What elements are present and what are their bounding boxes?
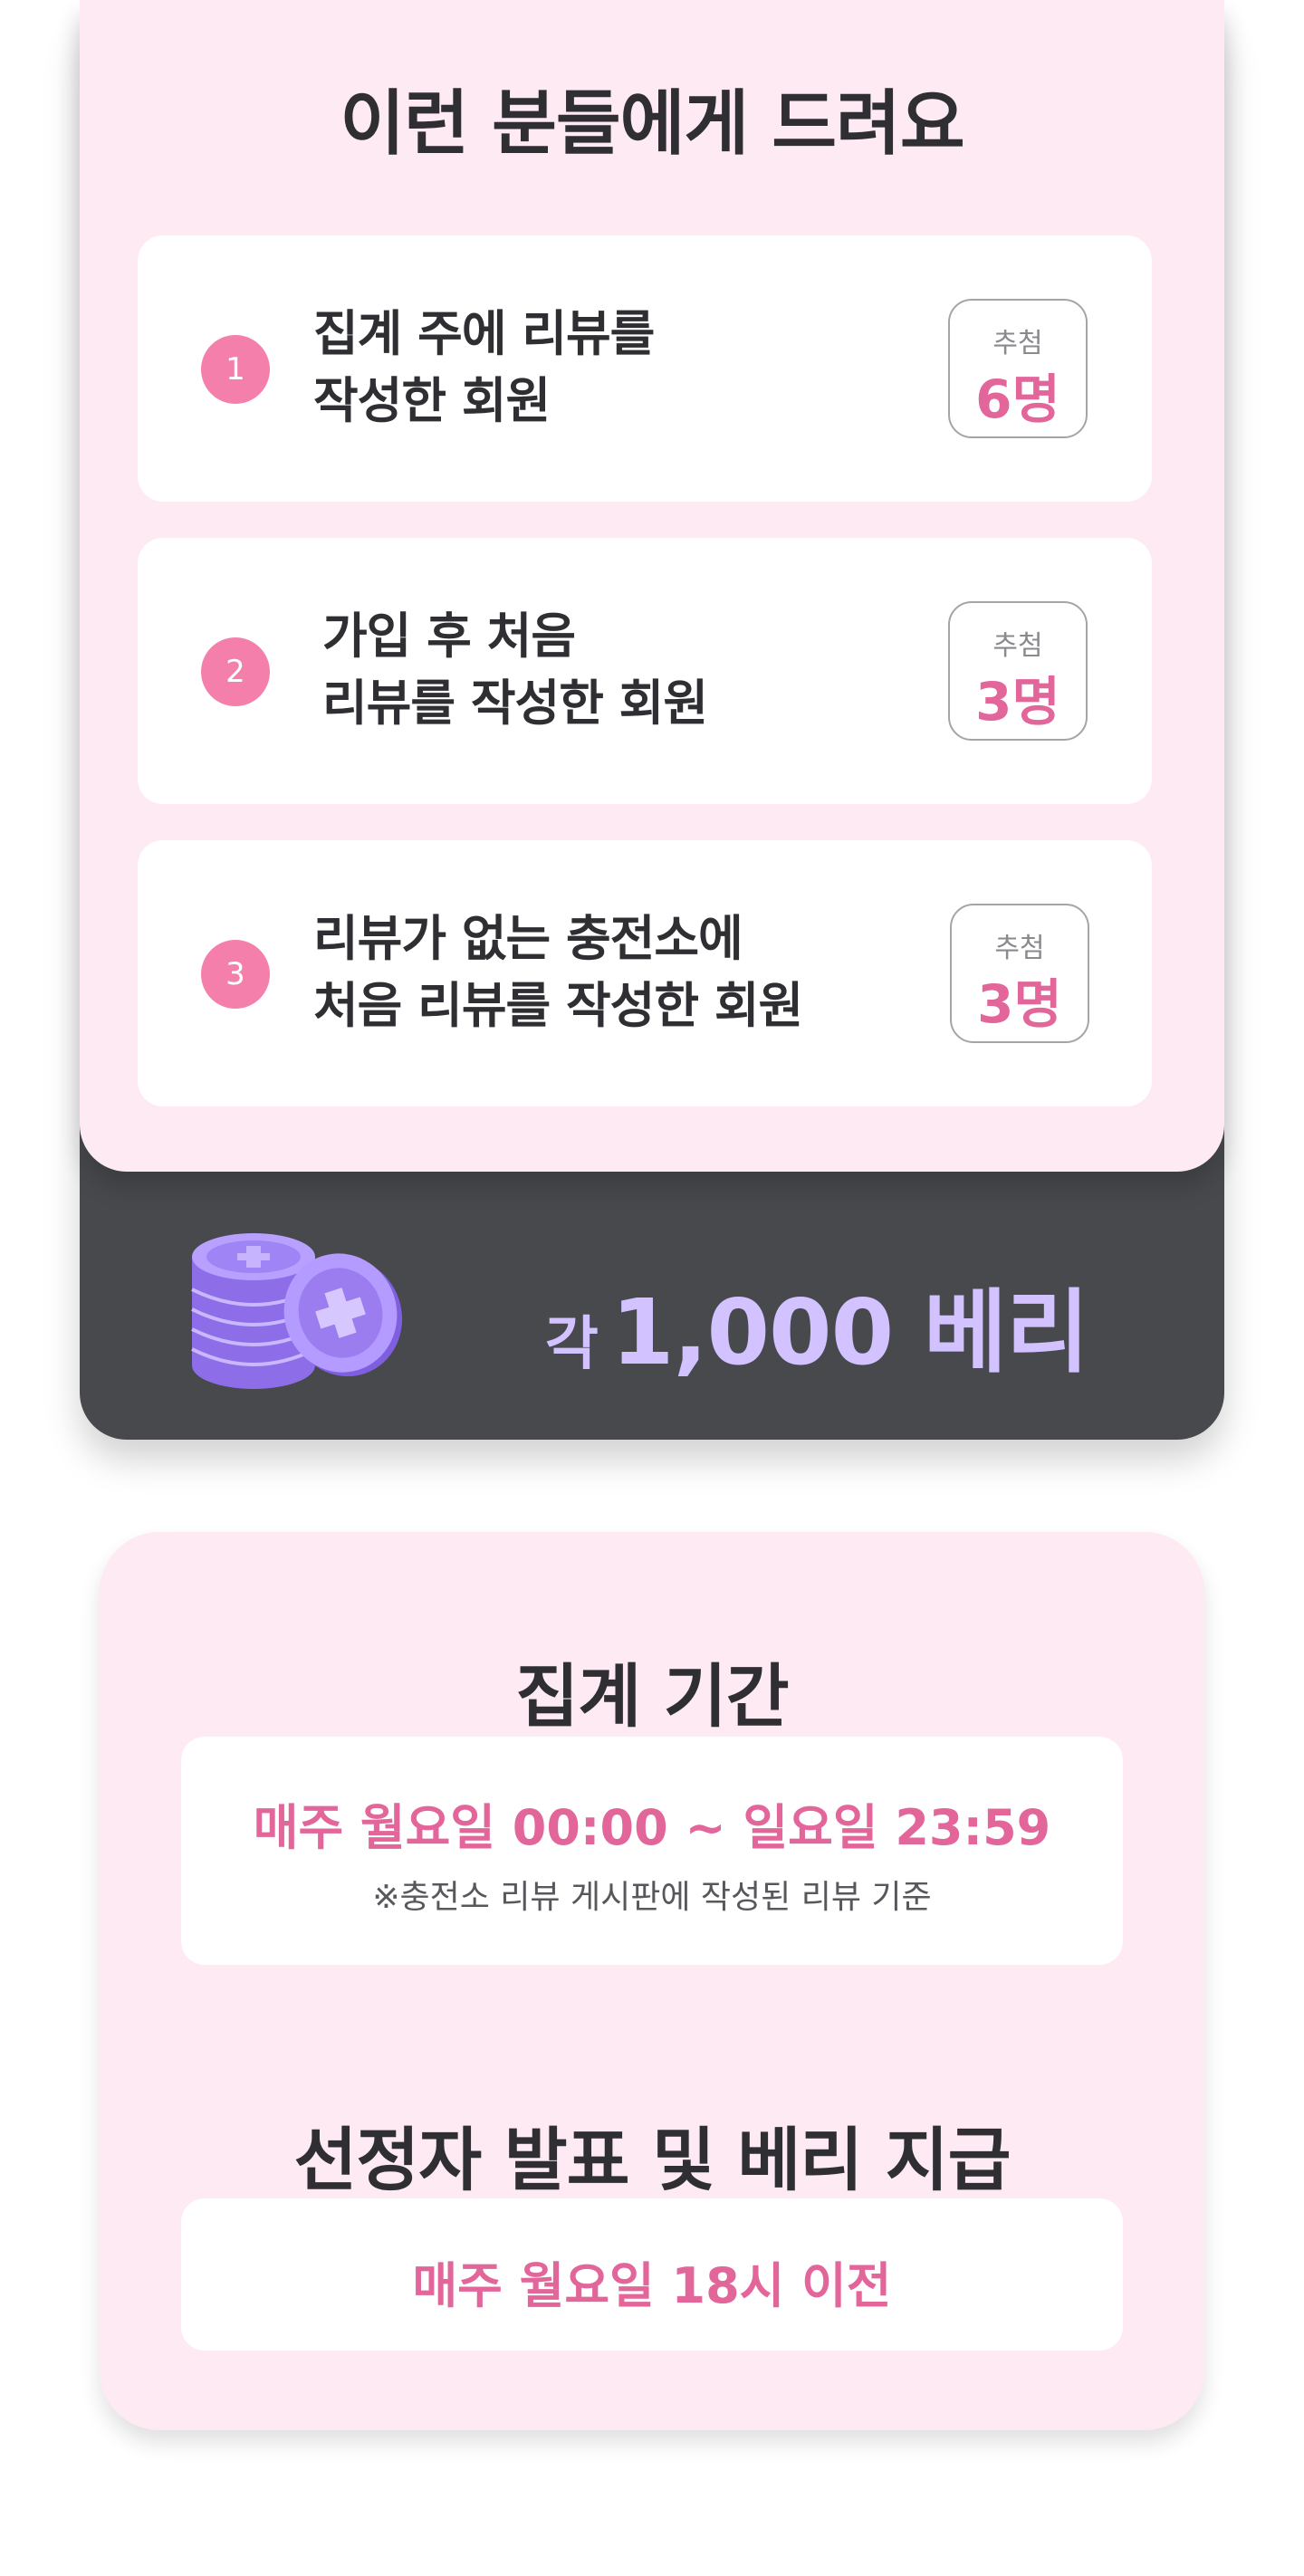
draw-count: 3명 [977, 973, 1062, 1035]
criteria-line-1: 가입 후 처음 [322, 608, 576, 665]
criteria-line-1: 리뷰가 없는 충전소에 [313, 910, 743, 967]
reward-amount: 1,000 베리 [610, 1279, 1089, 1385]
criteria-line-2: 처음 리뷰를 작성한 회원 [313, 977, 803, 1034]
draw-count-box: 추첨 3명 [950, 904, 1089, 1043]
target-audience-card: 이런 분들에게 드려요 1 집계 주에 리뷰를 작성한 회원 추첨 6명 2 가… [80, 0, 1224, 1440]
criteria-row-2: 2 가입 후 처음 리뷰를 작성한 회원 추첨 3명 [138, 538, 1152, 804]
reward-amount-text: 각 1,000 베리 [544, 1259, 1089, 1390]
draw-count-box: 추첨 6명 [948, 299, 1088, 438]
period-info-box: 매주 월요일 00:00 ~ 일요일 23:59 ※충전소 리뷰 게시판에 작성… [181, 1737, 1123, 1965]
draw-label: 추첨 [994, 933, 1045, 964]
reward-prefix: 각 [544, 1311, 599, 1378]
criteria-description: 리뷰가 없는 충전소에 처음 리뷰를 작성한 회원 [313, 905, 947, 1039]
coin-stack-icon [191, 1233, 403, 1389]
period-title: 집계 기간 [515, 1656, 789, 1737]
audience-title: 이런 분들에게 드려요 [340, 83, 964, 165]
draw-count: 6명 [975, 369, 1060, 430]
criteria-line-2: 리뷰를 작성한 회원 [322, 675, 708, 732]
criteria-number-badge: 3 [201, 940, 270, 1009]
draw-count-box: 추첨 3명 [948, 601, 1088, 741]
draw-label: 추첨 [992, 630, 1043, 662]
announcement-info-box: 매주 월요일 18시 이전 [181, 2198, 1123, 2351]
criteria-line-2: 작성한 회원 [313, 372, 551, 429]
criteria-line-1: 집계 주에 리뷰를 [313, 305, 655, 362]
period-note: ※충전소 리뷰 게시판에 작성된 리뷰 기준 [372, 1879, 932, 1916]
criteria-row-3: 3 리뷰가 없는 충전소에 처음 리뷰를 작성한 회원 추첨 3명 [138, 840, 1152, 1106]
criteria-description: 집계 주에 리뷰를 작성한 회원 [313, 301, 947, 435]
criteria-number-badge: 1 [201, 335, 270, 404]
announcement-title: 선정자 발표 및 베리 지급 [293, 2120, 1011, 2200]
criteria-row-1: 1 집계 주에 리뷰를 작성한 회원 추첨 6명 [138, 235, 1152, 502]
audience-panel: 이런 분들에게 드려요 1 집계 주에 리뷰를 작성한 회원 추첨 6명 2 가… [80, 0, 1224, 1172]
period-schedule: 매주 월요일 00:00 ~ 일요일 23:59 [253, 1799, 1051, 1856]
criteria-description: 가입 후 처음 리뷰를 작성한 회원 [322, 603, 956, 737]
draw-count: 3명 [975, 671, 1060, 733]
announcement-schedule: 매주 월요일 18시 이전 [412, 2257, 892, 2314]
schedule-card: 집계 기간 매주 월요일 00:00 ~ 일요일 23:59 ※충전소 리뷰 게… [100, 1532, 1204, 2430]
draw-label: 추첨 [992, 328, 1043, 359]
criteria-number-badge: 2 [201, 637, 270, 706]
